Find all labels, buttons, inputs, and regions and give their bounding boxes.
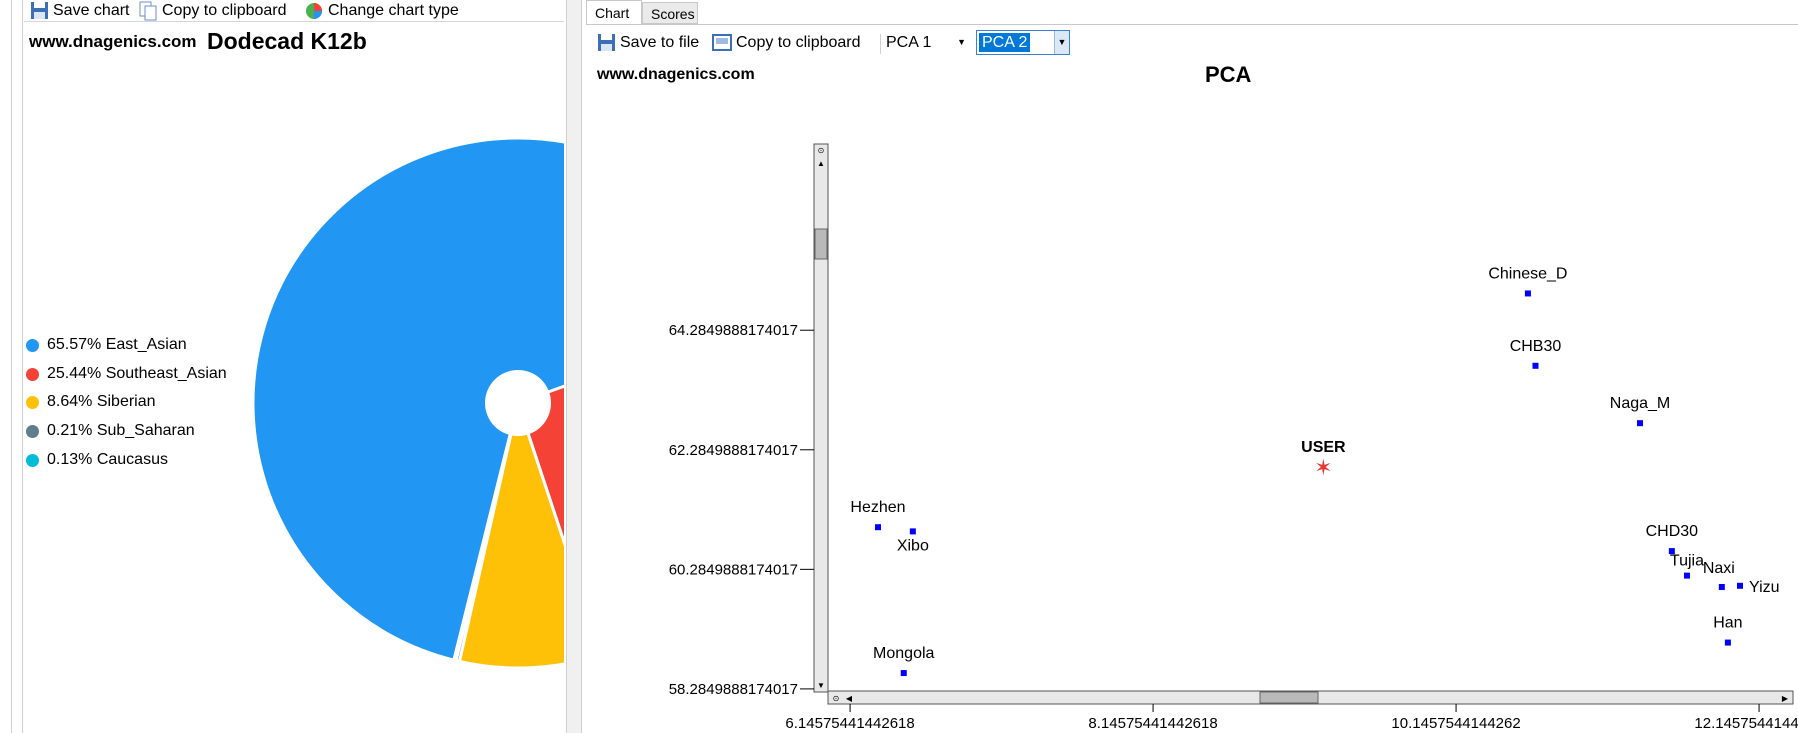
x-tick-label: 8.14575441442618: [1088, 715, 1217, 732]
y-tick-label: 64.2849888174017: [669, 322, 798, 339]
point-label-hezhen: Hezhen: [850, 499, 905, 516]
point-label-yizu: Yizu: [1749, 579, 1780, 596]
point-label-user: USER: [1301, 439, 1346, 456]
scroll-down-arrow-icon[interactable]: ▼: [817, 681, 825, 690]
x-tick-label: 6.14575441442618: [785, 715, 914, 732]
point-label-chinese-d: Chinese_D: [1488, 265, 1567, 282]
scroll-right-arrow-icon[interactable]: ▶: [1782, 694, 1789, 703]
y-tick-label: 60.2849888174017: [669, 561, 798, 578]
point-label-naxi: Naxi: [1703, 560, 1735, 577]
vertical-scroll-thumb[interactable]: [814, 228, 828, 260]
point-label-han: Han: [1713, 615, 1742, 632]
point-tujia: [1683, 572, 1690, 579]
point-hezhen: [874, 524, 881, 531]
horizontal-scrollbar[interactable]: ⊙ ◀ ▶: [827, 690, 1794, 705]
point-han: [1724, 639, 1731, 646]
y-tick-label: 58.2849888174017: [669, 681, 798, 698]
point-yizu: [1737, 582, 1744, 589]
horizontal-scroll-thumb[interactable]: [1259, 691, 1319, 704]
point-chinese-d: [1524, 290, 1531, 297]
point-label-tujia: Tujia: [1670, 553, 1704, 570]
scroll-up-arrow-icon[interactable]: ▲: [817, 159, 825, 168]
scroll-left-arrow-icon[interactable]: ◀: [846, 694, 853, 703]
pca-scatter-plot: ⊙ ▲ ▼ ⊙ ◀ ▶ 64.2849888174017 62.284988817…: [669, 143, 1798, 732]
point-label-naga-m: Naga_M: [1610, 395, 1670, 412]
y-tick-label: 62.2849888174017: [669, 442, 798, 459]
point-label-chb30: CHB30: [1510, 338, 1562, 355]
point-label-xibo: Xibo: [897, 537, 929, 554]
vertical-scrollbar[interactable]: ⊙ ▲ ▼: [813, 143, 829, 693]
point-naxi: [1718, 583, 1725, 590]
point-label-mongola: Mongola: [873, 645, 934, 662]
scroll-reset-icon[interactable]: ⊙: [818, 146, 825, 155]
user-star-marker: ✶: [1314, 456, 1332, 481]
x-tick-label: 10.1457544144262: [1391, 715, 1520, 732]
point-xibo: [909, 528, 916, 535]
x-tick-label: 12.1457544144262: [1694, 715, 1798, 732]
point-chb30: [1532, 362, 1539, 369]
point-label-chd30: CHD30: [1646, 523, 1699, 540]
scroll-reset-icon[interactable]: ⊙: [833, 694, 840, 703]
point-mongola: [900, 670, 907, 677]
point-naga-m: [1637, 420, 1644, 427]
